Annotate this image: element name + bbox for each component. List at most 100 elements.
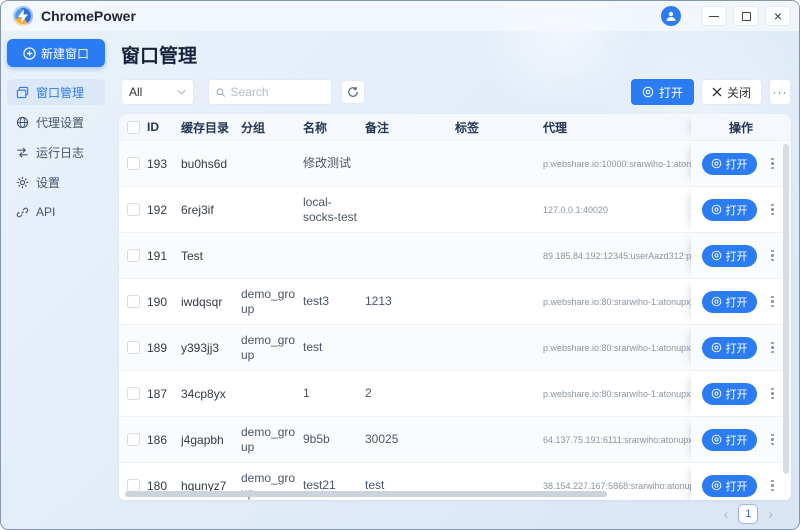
sidebar-item-settings[interactable]: 设置 (7, 169, 105, 195)
minimize-button[interactable] (701, 6, 727, 26)
refresh-button[interactable] (341, 80, 365, 104)
new-window-label: 新建窗口 (41, 45, 89, 62)
row-menu-button[interactable] (765, 383, 781, 405)
row-checkbox[interactable] (127, 295, 140, 308)
cell-tag (455, 233, 543, 278)
cell-remark (365, 141, 455, 186)
minimize-icon (709, 16, 719, 17)
cell-proxy: p.webshare.io:80:srarwiho-1:atonupx (543, 371, 691, 416)
sidebar-item-api[interactable]: API (7, 199, 105, 225)
open-selected-label: 打开 (659, 84, 683, 101)
cell-remark: 30025 (365, 417, 455, 462)
window-table: ID 缓存目录 分组 名称 备注 标签 代理 操作 193 bu0hs6d (119, 114, 791, 500)
next-page-button[interactable]: › (768, 507, 773, 521)
user-avatar[interactable] (661, 6, 681, 26)
close-button[interactable]: × (765, 6, 791, 26)
cell-remark (365, 325, 455, 370)
horizontal-scrollbar[interactable] (125, 491, 607, 497)
row-open-label: 打开 (726, 432, 748, 448)
cell-tag (455, 187, 543, 232)
row-open-label: 打开 (726, 478, 748, 494)
maximize-button[interactable] (733, 6, 759, 26)
cell-id: 189 (147, 325, 181, 370)
open-circle-icon (642, 86, 654, 98)
cell-cache-dir: bu0hs6d (181, 141, 241, 186)
open-selected-button[interactable]: 打开 (631, 79, 694, 105)
table-body: 193 bu0hs6d 修改测试 p.webshare.io:10000:sra… (119, 141, 791, 500)
cell-group (241, 371, 303, 416)
cell-tag (455, 371, 543, 416)
prev-page-button[interactable]: ‹ (724, 507, 729, 521)
plus-circle-icon (23, 47, 36, 60)
table-header-row: ID 缓存目录 分组 名称 备注 标签 代理 操作 (119, 114, 791, 141)
cell-tag (455, 279, 543, 324)
row-menu-button[interactable] (765, 429, 781, 451)
row-menu-button[interactable] (765, 475, 781, 497)
row-menu-button[interactable] (765, 337, 781, 359)
toolbar: All 打开 关闭 ··· (119, 79, 791, 105)
sidebar-item-window-management[interactable]: 窗口管理 (7, 79, 105, 105)
row-open-button[interactable]: 打开 (702, 199, 757, 221)
group-filter-select[interactable]: All (121, 79, 194, 105)
cell-id: 186 (147, 417, 181, 462)
row-open-button[interactable]: 打开 (702, 337, 757, 359)
maximize-icon (742, 12, 751, 21)
sidebar-item-label: 窗口管理 (36, 84, 84, 101)
row-open-button[interactable]: 打开 (702, 475, 757, 497)
row-checkbox[interactable] (127, 203, 140, 216)
app-window: ChromePower × 新建窗口 窗口管理 代理设置 (0, 0, 800, 530)
row-menu-button[interactable] (765, 291, 781, 313)
row-open-button[interactable]: 打开 (702, 245, 757, 267)
open-circle-icon (711, 480, 722, 491)
more-actions-button[interactable]: ··· (769, 79, 791, 105)
row-checkbox[interactable] (127, 387, 140, 400)
row-checkbox[interactable] (127, 433, 140, 446)
page-title: 窗口管理 (121, 41, 791, 68)
sidebar-item-label: API (36, 205, 55, 219)
app-logo-icon (13, 6, 33, 26)
row-checkbox[interactable] (127, 249, 140, 262)
cell-cache-dir: Test (181, 233, 241, 278)
row-checkbox[interactable] (127, 341, 140, 354)
cell-cache-dir: 34cp8yx (181, 371, 241, 416)
row-menu-button[interactable] (765, 199, 781, 221)
open-circle-icon (711, 158, 722, 169)
row-menu-button[interactable] (765, 153, 781, 175)
row-open-button[interactable]: 打开 (702, 429, 757, 451)
row-open-label: 打开 (726, 386, 748, 402)
row-menu-button[interactable] (765, 245, 781, 267)
cell-proxy: p.webshare.io:80:srarwiho-1:atonupx (543, 279, 691, 324)
search-input[interactable] (231, 85, 324, 99)
open-circle-icon (711, 342, 722, 353)
chevron-down-icon (177, 89, 186, 95)
vertical-scrollbar[interactable] (783, 144, 789, 474)
titlebar: ChromePower × (1, 1, 799, 31)
cell-tag (455, 417, 543, 462)
app-title: ChromePower (41, 8, 136, 24)
cell-cache-dir: y393jj3 (181, 325, 241, 370)
row-open-label: 打开 (726, 202, 748, 218)
select-all-checkbox[interactable] (127, 121, 140, 134)
cell-tag (455, 141, 543, 186)
close-selected-button[interactable]: 关闭 (701, 79, 762, 105)
header-name: 名称 (303, 114, 365, 140)
gear-icon (16, 176, 29, 189)
row-open-label: 打开 (726, 248, 748, 264)
cell-cache-dir: 6rej3if (181, 187, 241, 232)
current-page[interactable]: 1 (738, 504, 758, 524)
row-open-button[interactable]: 打开 (702, 383, 757, 405)
row-open-button[interactable]: 打开 (702, 291, 757, 313)
cell-group: demo_group (241, 417, 303, 462)
sidebar-item-proxy-settings[interactable]: 代理设置 (7, 109, 105, 135)
cell-group (241, 233, 303, 278)
row-checkbox[interactable] (127, 157, 140, 170)
cell-cache-dir: j4gapbh (181, 417, 241, 462)
table-row: 186 j4gapbh demo_group 9b5b 30025 64.137… (119, 417, 791, 463)
new-window-button[interactable]: 新建窗口 (7, 39, 105, 67)
sidebar-item-run-logs[interactable]: 运行日志 (7, 139, 105, 165)
cell-proxy: 127.0.0.1:40020 (543, 187, 691, 232)
table-row: 192 6rej3if local-socks-test 127.0.0.1:4… (119, 187, 791, 233)
cell-tag (455, 325, 543, 370)
row-open-button[interactable]: 打开 (702, 153, 757, 175)
window-icon (16, 86, 29, 99)
